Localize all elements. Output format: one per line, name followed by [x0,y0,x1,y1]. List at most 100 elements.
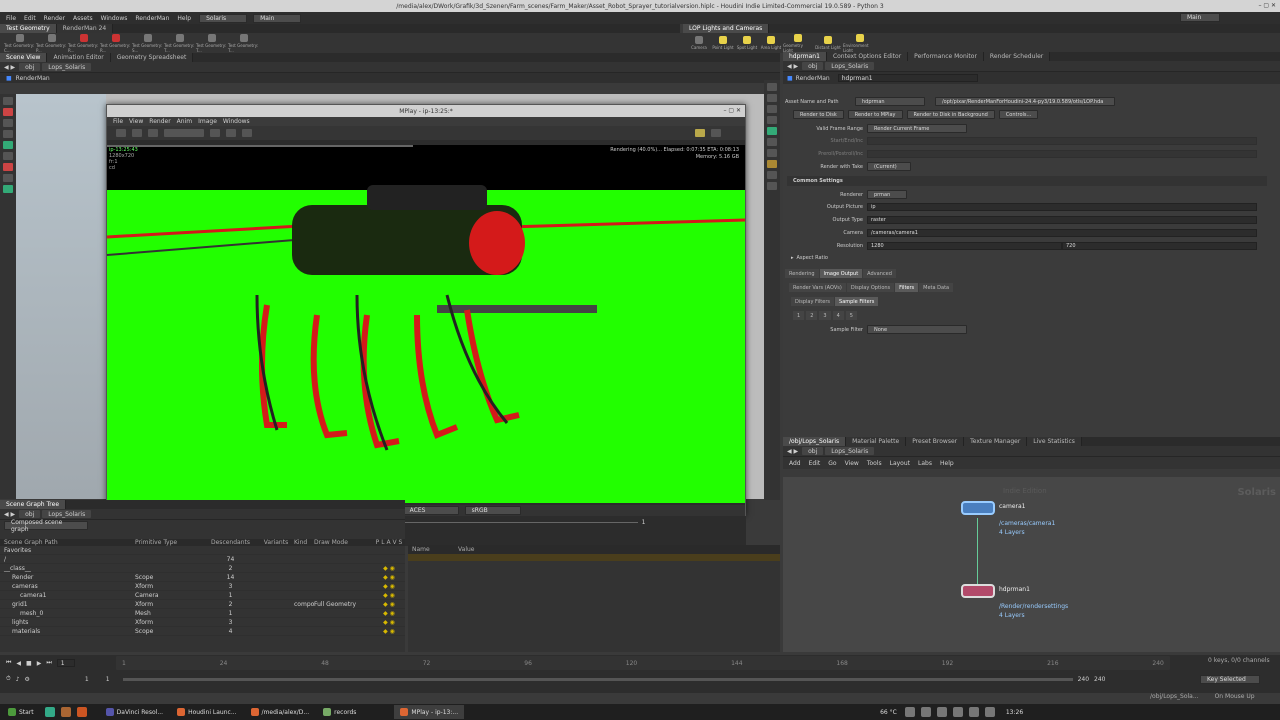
range-slider[interactable] [122,677,1073,681]
last-frame-icon[interactable]: ⏭ [46,659,51,667]
display-options-icon[interactable] [767,83,777,91]
table-row[interactable]: Favorites [0,546,405,555]
visibility-icon[interactable] [767,171,777,179]
tab-render-scheduler[interactable]: Render Scheduler [983,52,1051,61]
table-row[interactable]: materials Scope 4 ◆ ◉ [0,627,405,636]
nav-arrows-icon[interactable]: ◀ ▶ [787,448,798,455]
resolution-x-field[interactable]: 1280 [867,242,1062,250]
network-canvas[interactable]: Indie Edition Solaris camera1 /cameras/c… [783,477,1280,652]
main-select[interactable]: Main [253,13,302,23]
tab-texture-manager[interactable]: Texture Manager [964,437,1028,446]
transform-tool-icon[interactable] [3,108,13,116]
mplay-menu-file[interactable]: File [113,118,123,125]
path-crumb-lops[interactable]: Lops_Solaris [42,510,92,518]
battery-icon[interactable] [984,707,995,717]
tray-icon[interactable] [920,707,931,717]
output-picture-field[interactable]: ip [867,203,1257,211]
pose-tool-icon[interactable] [3,152,13,160]
snap-tool-icon[interactable] [3,185,13,193]
handle-tool-icon[interactable] [3,141,13,149]
scale-tool-icon[interactable] [3,130,13,138]
index-tab-5[interactable]: 5 [845,311,857,320]
path-crumb-obj[interactable]: obj [802,62,824,70]
render-take-select[interactable]: (Current) [867,162,911,171]
path-crumb-lops[interactable]: Lops_Solaris [42,63,92,71]
mplay-menu-render[interactable]: Render [149,118,170,125]
preroll-field[interactable] [867,150,1257,158]
mplay-end-frame[interactable]: 1 [642,519,646,526]
sim-icon[interactable]: ⚙ [25,676,30,683]
mplay-menu-anim[interactable]: Anim [177,118,192,125]
tab-image-output[interactable]: Image Output [819,269,863,278]
table-row[interactable]: __class__ 2 ◆ ◉ [0,564,405,573]
spot-light-tool[interactable]: Spot Light [735,36,759,50]
nav-arrows-icon[interactable]: ◀ ▶ [4,511,15,518]
index-tab-4[interactable]: 4 [832,311,844,320]
mplay-tool-icon[interactable] [132,129,142,137]
mplay-menu-image[interactable]: Image [198,118,217,125]
ghost-icon[interactable] [767,138,777,146]
table-row[interactable]: mesh_0 Mesh 1 ◆ ◉ [0,609,405,618]
end-frame-field[interactable]: 1 [106,676,110,683]
tab-hdprman1[interactable]: hdprman1 [783,52,827,61]
path-crumb-obj[interactable]: obj [19,63,41,71]
index-tab-3[interactable]: 3 [819,311,831,320]
visibility-flags-icon[interactable]: ◆ ◉ [374,601,404,608]
net-menu-add[interactable]: Add [789,460,801,467]
tab-performance-monitor[interactable]: Performance Monitor [908,52,984,61]
table-row[interactable]: cameras Xform 3 ◆ ◉ [0,582,405,591]
stop-icon[interactable]: ■ [26,660,32,667]
area-light-tool[interactable]: Area Light [759,36,783,50]
index-tab-1[interactable]: 1 [793,311,805,320]
lighting-icon[interactable] [767,94,777,102]
menu-renderman[interactable]: RenderMan [135,15,169,22]
mplay-zoom-icon[interactable] [210,129,220,137]
menu-edit[interactable]: Edit [24,15,36,22]
visibility-flags-icon[interactable]: ◆ ◉ [374,619,404,626]
net-menu-layout[interactable]: Layout [890,460,910,467]
nav-arrows-icon[interactable]: ◀ ▶ [787,63,798,70]
renderer-select[interactable]: prman [867,190,907,199]
mplay-close-icon[interactable]: – ▢ ✕ [723,107,741,114]
display-select[interactable]: sRGB [464,506,521,515]
current-frame-field[interactable]: 1 [56,659,75,667]
mplay-zoom-icon[interactable] [226,129,236,137]
table-row[interactable]: Render Scope 14 ◆ ◉ [0,573,405,582]
distant-light-tool[interactable]: Distant Light [813,36,843,50]
range-end-field-2[interactable]: 240 [1094,676,1105,683]
volume-icon[interactable] [968,707,979,717]
shelf-tool[interactable]: Test Geometry: S... [132,33,164,53]
play-icon[interactable]: ▶ [37,660,42,667]
render-background-button[interactable]: Render to Disk in Background [906,110,995,119]
camera-tool[interactable]: Camera [687,36,711,50]
tab-sample-filters[interactable]: Sample Filters [835,297,879,306]
asset-name-select[interactable]: hdprman [855,97,925,106]
shelf-tool[interactable]: Test Geometry: T... [196,33,228,53]
path-crumb-lops[interactable]: Lops_Solaris [825,62,875,70]
right-main-select[interactable]: Main [1180,13,1220,22]
reverse-play-icon[interactable]: ◀ [16,660,21,667]
table-row[interactable]: grid1 Xform 2 compo Full Geometry ◆ ◉ [0,600,405,609]
start-button[interactable]: Start [2,705,40,719]
back-arrow-icon[interactable]: ◀ ▶ [4,64,15,71]
hdprman1-node[interactable] [961,584,995,598]
net-menu-edit[interactable]: Edit [809,460,821,467]
node-name-field[interactable]: hdprman1 [837,74,978,82]
menu-windows[interactable]: Windows [101,15,128,22]
tab-preset-browser[interactable]: Preset Browser [906,437,965,446]
net-menu-tools[interactable]: Tools [867,460,882,467]
output-type-field[interactable]: raster [867,216,1257,224]
start-end-inc-field[interactable] [867,137,1257,145]
tab-advanced[interactable]: Advanced [863,269,896,278]
common-settings-header[interactable]: Common Settings [787,176,1267,186]
tab-context-options[interactable]: Context Options Editor [826,52,909,61]
tab-live-statistics[interactable]: Live Statistics [1027,437,1082,446]
menu-render[interactable]: Render [44,15,65,22]
wireframe-icon[interactable] [767,105,777,113]
auto-update-mode[interactable]: On Mouse Up [1215,693,1255,700]
range-end-field[interactable]: 240 [1078,676,1089,683]
tab-render-vars[interactable]: Render Vars (AOVs) [789,283,846,292]
shelf-tool[interactable]: Test Geometry: T... [164,33,196,53]
frame-range-select[interactable]: Render Current Frame [867,124,967,133]
task-mplay[interactable]: MPlay - ip-13:... [394,705,465,719]
